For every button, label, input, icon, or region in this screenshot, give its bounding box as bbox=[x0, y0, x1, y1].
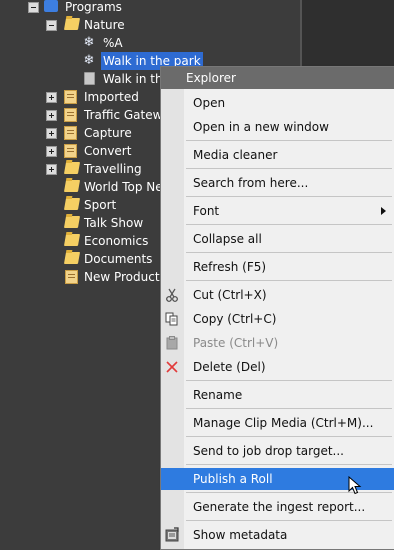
tree-label: Capture bbox=[84, 126, 132, 140]
tree-label: Convert bbox=[84, 144, 132, 158]
menu-item-copy[interactable]: Copy (Ctrl+C) bbox=[161, 309, 394, 329]
snowflake-icon: ❄ bbox=[83, 35, 95, 50]
menu-separator bbox=[186, 380, 392, 381]
menu-item-refresh[interactable]: Refresh (F5) bbox=[161, 257, 394, 277]
tree-label: Documents bbox=[84, 252, 153, 266]
menu-item-collapse-all[interactable]: Collapse all bbox=[161, 229, 394, 249]
menu-item-rename[interactable]: Rename bbox=[161, 385, 394, 405]
menu-item-show-metadata[interactable]: Show metadata bbox=[161, 525, 394, 545]
roll-icon bbox=[64, 144, 77, 158]
menu-item-delete[interactable]: Delete (Del) bbox=[161, 357, 394, 377]
menu-separator bbox=[186, 280, 392, 281]
menu-item-media-cleaner[interactable]: Media cleaner bbox=[161, 145, 394, 165]
menu-separator bbox=[186, 408, 392, 409]
menu-item-font[interactable]: Font bbox=[161, 201, 394, 221]
tree-label: New Productio bbox=[84, 270, 160, 284]
menu-title: Explorer bbox=[161, 67, 394, 89]
tree-item-talk-show[interactable]: Talk Show bbox=[63, 214, 160, 232]
open-folder-icon bbox=[63, 234, 81, 246]
clipboard-icon bbox=[166, 336, 178, 350]
menu-separator bbox=[186, 520, 392, 521]
tree-label: Nature bbox=[84, 18, 125, 32]
menu-item-manage-clip-media[interactable]: Manage Clip Media (Ctrl+M)... bbox=[161, 413, 394, 433]
tree-item-traffic-gateway[interactable]: Traffic Gatewa bbox=[46, 106, 160, 124]
menu-item-send-to-job-drop-target[interactable]: Send to job drop target... bbox=[161, 441, 394, 461]
menu-separator bbox=[186, 168, 392, 169]
expand-icon[interactable] bbox=[46, 164, 57, 175]
tree-item-programs[interactable]: Programs bbox=[28, 0, 228, 16]
menu-title-label: Explorer bbox=[186, 71, 236, 85]
menu-separator bbox=[186, 436, 392, 437]
open-folder-icon bbox=[63, 198, 81, 210]
tree-label: Traffic Gatewa bbox=[84, 108, 160, 122]
tree-item-new-production[interactable]: New Productio bbox=[64, 268, 160, 286]
tree-label: Travelling bbox=[84, 162, 142, 176]
menu-separator bbox=[186, 464, 392, 465]
tree-label: World Top Ne bbox=[84, 180, 160, 194]
trash-icon bbox=[84, 72, 95, 85]
tree-label: Programs bbox=[65, 0, 122, 14]
right-panel-header bbox=[302, 0, 394, 66]
tree-item-sport[interactable]: Sport bbox=[63, 196, 160, 214]
roll-icon bbox=[64, 90, 77, 104]
menu-item-cut[interactable]: Cut (Ctrl+X) bbox=[161, 285, 394, 305]
submenu-arrow-icon bbox=[381, 207, 386, 215]
tree-label: Economics bbox=[84, 234, 149, 248]
open-folder-icon bbox=[63, 252, 81, 264]
menu-item-paste[interactable]: Paste (Ctrl+V) bbox=[161, 333, 394, 353]
tree-label: %A bbox=[103, 36, 123, 50]
snowflake-icon: ❄ bbox=[83, 53, 95, 68]
open-folder-icon bbox=[64, 180, 81, 192]
tree-item-percent-a[interactable]: ❄ %A bbox=[82, 34, 202, 52]
tree-item-nature[interactable]: Nature bbox=[46, 16, 246, 34]
delete-x-icon bbox=[166, 361, 178, 373]
tree-item-documents[interactable]: Documents bbox=[63, 250, 160, 268]
open-folder-icon bbox=[63, 216, 81, 228]
menu-separator bbox=[186, 196, 392, 197]
expand-icon[interactable] bbox=[46, 146, 57, 157]
open-folder-icon bbox=[63, 18, 81, 30]
metadata-icon bbox=[165, 527, 179, 542]
tree-label: Talk Show bbox=[84, 216, 144, 230]
collapse-icon[interactable] bbox=[28, 2, 39, 13]
scissors-icon bbox=[166, 288, 178, 302]
menu-item-generate-ingest-report[interactable]: Generate the ingest report... bbox=[161, 497, 394, 517]
menu-item-open[interactable]: Open bbox=[161, 93, 394, 113]
mouse-cursor-icon bbox=[348, 476, 362, 495]
menu-separator bbox=[186, 252, 392, 253]
expand-icon[interactable] bbox=[46, 128, 57, 139]
tree-label: Sport bbox=[84, 198, 117, 212]
menu-separator bbox=[186, 224, 392, 225]
expand-icon[interactable] bbox=[46, 110, 57, 121]
tree-item-economics[interactable]: Economics bbox=[63, 232, 160, 250]
tree-item-world-top-news[interactable]: World Top Ne bbox=[64, 178, 160, 196]
roll-icon bbox=[64, 126, 77, 140]
roll-icon bbox=[65, 270, 78, 284]
collapse-icon[interactable] bbox=[46, 20, 57, 31]
roll-icon bbox=[64, 108, 77, 122]
book-icon bbox=[44, 0, 58, 12]
tree-label: Imported bbox=[84, 90, 139, 104]
copy-icon bbox=[165, 312, 178, 326]
expand-icon[interactable] bbox=[46, 92, 57, 103]
menu-item-search-from-here[interactable]: Search from here... bbox=[161, 173, 394, 193]
open-folder-icon bbox=[63, 162, 81, 174]
menu-separator bbox=[186, 140, 392, 141]
menu-item-open-new-window[interactable]: Open in a new window bbox=[161, 117, 394, 137]
